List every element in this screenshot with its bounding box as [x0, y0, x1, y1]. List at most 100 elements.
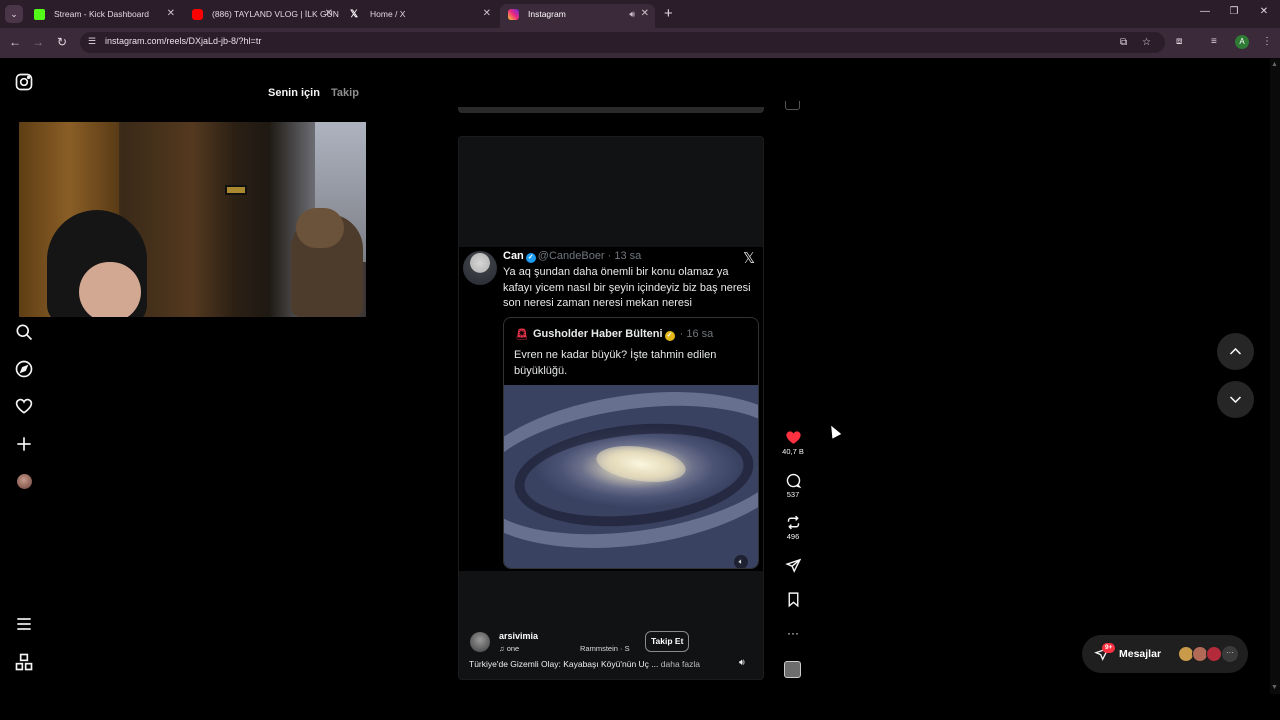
- media-controls-icon[interactable]: ≡: [1211, 36, 1217, 47]
- message-avatar: [1206, 646, 1222, 662]
- browser-tab-youtube[interactable]: (886) TAYLAND VLOG | İLK GÜN ✕: [184, 4, 339, 26]
- verified-gold-badge-icon: ✓: [664, 331, 675, 341]
- kick-favicon-icon: [34, 9, 45, 20]
- restore-icon[interactable]: ❐: [1219, 6, 1249, 17]
- reel-sound-icon[interactable]: 🔊︎: [739, 657, 751, 669]
- share-button[interactable]: [780, 557, 806, 574]
- like-button[interactable]: 40,7 B: [780, 429, 806, 456]
- browser-tab-x[interactable]: 𝕏 Home / X ✕: [342, 4, 497, 26]
- reload-icon[interactable]: ↻: [54, 35, 70, 49]
- notifications-heart-icon[interactable]: [14, 396, 34, 416]
- more-apps-icon[interactable]: [14, 652, 34, 672]
- siren-icon: 🚨︎: [515, 329, 529, 341]
- profile-avatar[interactable]: [17, 474, 32, 489]
- quoted-author: Gusholder Haber Bülteni ✓ · 16 sa: [533, 328, 713, 341]
- reel-audio-title: one: [506, 644, 520, 653]
- close-tab-icon[interactable]: ✕: [483, 4, 491, 24]
- url-text[interactable]: instagram.com/reels/DXjaLd-jb-8/?hl=tr: [105, 36, 261, 46]
- tweet-dot: ·: [604, 250, 615, 262]
- chevron-up-icon: [1229, 347, 1242, 355]
- chevron-down-icon: [1229, 396, 1242, 404]
- like-count: 40,7 B: [782, 447, 804, 456]
- extensions-icon[interactable]: ⧈: [1176, 36, 1182, 47]
- reel-username[interactable]: arsivimia: [499, 631, 538, 641]
- tab-for-you[interactable]: Senin için: [268, 87, 320, 99]
- bookmark-star-icon[interactable]: ☆: [1142, 37, 1151, 48]
- webcam-overlay: [19, 122, 366, 317]
- previous-reel-thumbnail[interactable]: [785, 101, 800, 110]
- quoted-text: Evren ne kadar büyük? İşte tahmin edilen…: [514, 349, 717, 377]
- bookmark-icon: [788, 592, 798, 608]
- browser-tab-kick[interactable]: Stream - Kick Dashboard ✕: [26, 4, 181, 26]
- quoted-time: 16 sa: [686, 328, 714, 340]
- close-tab-icon[interactable]: ✕: [167, 4, 175, 24]
- webcam-picture-frame: [225, 185, 247, 195]
- repost-icon: [787, 515, 799, 530]
- more-options-icon[interactable]: ···: [780, 626, 806, 640]
- quoted-dot: ·: [676, 328, 687, 340]
- reel-caption-text: Türkiye'de Gizemli Olay: Kayabaşı Köyü'n…: [469, 659, 659, 669]
- browser-tab-strip: ⌄ Stream - Kick Dashboard ✕ (886) TAYLAN…: [0, 0, 1280, 28]
- quoted-tweet: 🚨︎ Gusholder Haber Bülteni ✓ · 16 sa Evre…: [503, 317, 759, 569]
- repost-count: 496: [786, 532, 800, 541]
- browser-tab-instagram[interactable]: Instagram 🔊︎ ✕: [500, 4, 655, 28]
- reel-author-avatar[interactable]: [470, 632, 490, 652]
- create-plus-icon[interactable]: [14, 434, 34, 454]
- window-close-icon[interactable]: ✕: [1249, 6, 1279, 17]
- instagram-logo-icon[interactable]: [14, 72, 34, 92]
- more-avatars-icon: ···: [1222, 646, 1238, 662]
- taskbar-area: [0, 694, 1280, 720]
- search-icon[interactable]: [14, 322, 34, 342]
- reel-video[interactable]: Can ✓ @CandeBoer · 13 sa 𝕏 Ya aq şundan da…: [458, 136, 764, 680]
- verified-badge-icon: ✓: [525, 253, 536, 263]
- tab-title: Home / X: [370, 9, 406, 19]
- previous-reel-button[interactable]: [1217, 333, 1254, 370]
- instagram-favicon-icon: [508, 9, 519, 20]
- previous-reel-edge: [458, 107, 764, 113]
- messages-label: Mesajlar: [1119, 648, 1162, 660]
- scroll-up-icon[interactable]: ▲: [1271, 61, 1278, 68]
- tab-search-icon[interactable]: ⌄: [5, 5, 23, 23]
- close-tab-icon[interactable]: ✕: [325, 4, 333, 24]
- repost-button[interactable]: 496: [780, 514, 806, 541]
- tweet-video-volume-icon: 🔈︎: [734, 555, 748, 568]
- heart-filled-icon: [785, 431, 801, 444]
- site-info-icon[interactable]: ☰: [88, 36, 96, 47]
- close-tab-icon[interactable]: ✕: [641, 4, 649, 24]
- save-button[interactable]: [780, 591, 806, 608]
- reel-audio[interactable]: ♫ one: [499, 644, 519, 653]
- menu-icon[interactable]: [14, 614, 34, 634]
- tab-title: Instagram: [528, 9, 566, 19]
- audio-thumbnail[interactable]: [784, 661, 801, 678]
- address-bar[interactable]: ☰ instagram.com/reels/DXjaLd-jb-8/?hl=tr…: [80, 32, 1165, 53]
- webcam-teddy-bear-head: [296, 208, 344, 248]
- messages-button[interactable]: 9+ Mesajlar ···: [1082, 635, 1248, 673]
- chrome-menu-icon[interactable]: ⋮: [1262, 36, 1272, 47]
- page-scrollbar[interactable]: [1270, 58, 1280, 694]
- new-tab-button[interactable]: +: [664, 4, 673, 24]
- tweet-time: 13 sa: [614, 250, 642, 262]
- tab-following[interactable]: Takip: [331, 87, 359, 99]
- back-icon[interactable]: ←: [7, 35, 23, 49]
- tab-title: (886) TAYLAND VLOG | İLK GÜN: [212, 9, 339, 19]
- feed-tabs: Senin için Takip: [268, 87, 367, 99]
- follow-button[interactable]: Takip Et: [645, 631, 690, 652]
- reel-caption: Türkiye'de Gizemli Olay: Kayabaşı Köyü'n…: [469, 659, 700, 669]
- speaker-icon[interactable]: 🔊︎: [629, 4, 635, 24]
- explore-icon[interactable]: [14, 359, 34, 379]
- reel-audio-artist[interactable]: Rammstein · S: [580, 644, 630, 653]
- comment-count: 537: [786, 490, 800, 499]
- caption-more-link[interactable]: daha fazla: [661, 659, 700, 669]
- profile-avatar-button[interactable]: A: [1235, 35, 1249, 49]
- scroll-down-icon[interactable]: ▼: [1271, 684, 1278, 691]
- forward-icon[interactable]: →: [30, 35, 46, 49]
- comment-button[interactable]: 537: [780, 472, 806, 499]
- next-reel-button[interactable]: [1217, 381, 1254, 418]
- install-app-icon[interactable]: ⧉: [1120, 37, 1127, 48]
- x-favicon-icon: 𝕏: [350, 9, 359, 20]
- share-send-icon: [784, 558, 801, 573]
- browser-toolbar: ← → ↻ ☰ instagram.com/reels/DXjaLd-jb-8/…: [0, 28, 1280, 58]
- screen: ⌄ Stream - Kick Dashboard ✕ (886) TAYLAN…: [0, 0, 1280, 720]
- tweet-text: Ya aq şundan daha önemli bir konu olamaz…: [503, 266, 751, 309]
- minimize-icon[interactable]: —: [1190, 6, 1220, 17]
